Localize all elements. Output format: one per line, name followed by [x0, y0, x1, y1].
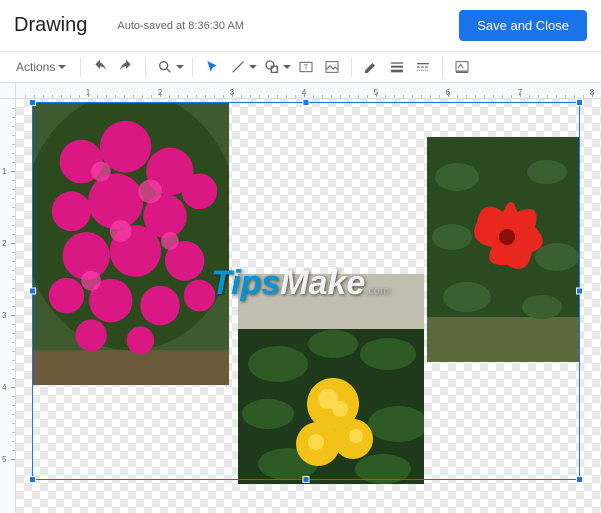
format-options-button[interactable] — [451, 56, 473, 78]
chevron-down-icon — [58, 65, 66, 70]
svg-text:T: T — [304, 63, 309, 72]
redo-button[interactable] — [115, 56, 137, 78]
textbox-icon: T — [298, 59, 314, 75]
resize-handle-br[interactable] — [576, 476, 583, 483]
resize-handle-ml[interactable] — [29, 288, 36, 295]
line-weight-button[interactable] — [386, 56, 408, 78]
format-icon — [454, 59, 470, 75]
shape-tool-button[interactable] — [261, 56, 291, 78]
resize-handle-tm[interactable] — [303, 99, 310, 106]
resize-handle-bl[interactable] — [29, 476, 36, 483]
chevron-down-icon — [176, 65, 184, 70]
redo-icon — [118, 59, 134, 75]
dialog-header: Drawing Auto-saved at 8:36:30 AM Save an… — [0, 0, 601, 52]
canvas-area: 12345678 12345 — [0, 83, 601, 513]
line-tool-button[interactable] — [227, 56, 257, 78]
line-color-button[interactable] — [360, 56, 382, 78]
autosave-status: Auto-saved at 8:36:30 AM — [117, 20, 244, 32]
ruler-corner — [0, 83, 16, 99]
resize-handle-tl[interactable] — [29, 99, 36, 106]
drawing-canvas[interactable]: TipsMake.com — [16, 99, 601, 513]
line-icon — [230, 59, 246, 75]
line-weight-icon — [389, 59, 405, 75]
shape-icon — [264, 59, 280, 75]
toolbar: Actions T — [0, 52, 601, 83]
resize-handle-tr[interactable] — [576, 99, 583, 106]
image-tool-button[interactable] — [321, 56, 343, 78]
cursor-icon — [204, 59, 220, 75]
undo-icon — [92, 59, 108, 75]
actions-menu-button[interactable]: Actions — [10, 56, 72, 78]
selection-box[interactable] — [32, 102, 580, 480]
dialog-title: Drawing — [14, 14, 87, 37]
actions-label: Actions — [16, 60, 55, 74]
zoom-icon — [157, 59, 173, 75]
save-and-close-button[interactable]: Save and Close — [459, 10, 587, 41]
chevron-down-icon — [249, 65, 257, 70]
horizontal-ruler[interactable]: 12345678 — [16, 83, 601, 99]
resize-handle-bm[interactable] — [303, 476, 310, 483]
image-icon — [324, 59, 340, 75]
zoom-button[interactable] — [154, 56, 184, 78]
line-dash-icon — [415, 59, 431, 75]
undo-button[interactable] — [89, 56, 111, 78]
resize-handle-mr[interactable] — [576, 288, 583, 295]
pencil-icon — [363, 59, 379, 75]
textbox-tool-button[interactable]: T — [295, 56, 317, 78]
line-dash-button[interactable] — [412, 56, 434, 78]
vertical-ruler[interactable]: 12345 — [0, 99, 16, 513]
select-tool-button[interactable] — [201, 56, 223, 78]
chevron-down-icon — [283, 65, 291, 70]
